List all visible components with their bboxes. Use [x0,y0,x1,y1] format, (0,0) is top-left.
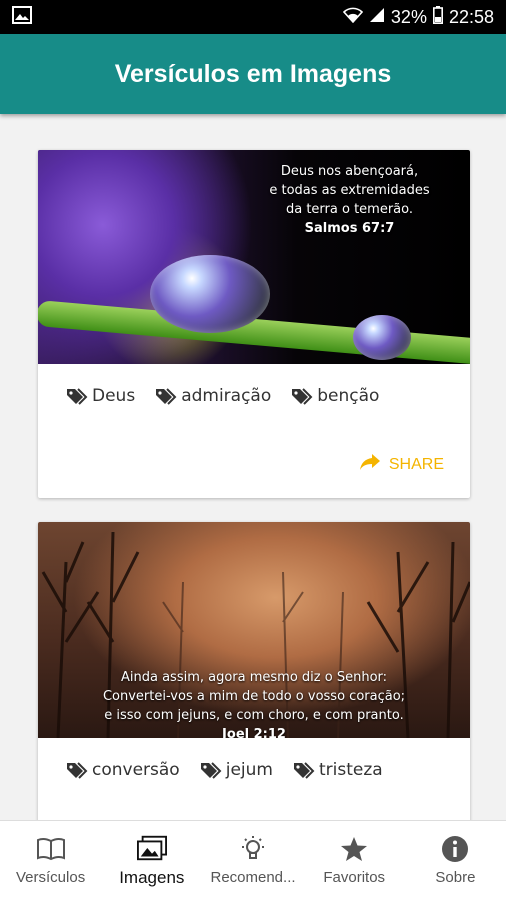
image-feed[interactable]: Deus nos abençoará, e todas as extremida… [0,114,506,820]
battery-percent: 32% [390,6,427,27]
nav-favoritos[interactable]: Favoritos [304,821,405,900]
nav-imagens[interactable]: Imagens [101,821,202,900]
nav-label: Versículos [16,869,86,886]
battery-icon [432,5,443,29]
tag-chip[interactable]: benção [291,386,379,406]
verse-line: Ainda assim, agora mesmo diz o Senhor: [120,670,388,685]
verse-image[interactable]: Ainda assim, agora mesmo diz o Senhor: C… [38,522,470,738]
tag-chip[interactable]: conversão [66,760,180,780]
nav-label: Sobre [435,869,476,886]
tags-icon [66,761,88,779]
tags-icon [293,761,315,779]
verse-image-card[interactable]: Deus nos abençoará, e todas as extremida… [38,150,470,498]
images-icon [136,834,167,862]
nav-label: Favoritos [323,869,386,886]
verse-image-card[interactable]: Ainda assim, agora mesmo diz o Senhor: C… [38,522,470,820]
water-drop [150,255,270,333]
verse-quote: Ainda assim, agora mesmo diz o Senhor: C… [48,668,460,738]
verse-line: e isso com jejuns, e com choro, e com pr… [104,708,404,723]
tag-label: Deus [92,386,136,406]
tag-chip[interactable]: Deus [66,386,135,406]
tags-icon [200,761,222,779]
nav-recomendacoes[interactable]: Recomend... [202,821,303,900]
tag-label: benção [317,386,380,406]
tag-label: conversão [92,760,180,780]
nav-label: Imagens [119,867,185,887]
verse-line: da terra o temerão. [285,202,414,217]
verse-line: Deus nos abençoará, [280,164,419,179]
tag-chip[interactable]: admiração [155,386,271,406]
tag-list: Deus admiração benção [38,364,470,406]
nav-versiculos[interactable]: Versículos [0,821,101,900]
book-icon [36,835,66,863]
tag-label: admiração [181,386,272,406]
star-icon [339,835,369,863]
nav-label: Recomend... [210,869,296,886]
tag-list: conversão jejum tristeza [38,738,470,780]
verse-line: Convertei-vos a mim de todo o vosso cora… [102,689,406,704]
water-drop [353,315,411,360]
signal-icon [369,7,385,28]
gallery-notification-icon [12,5,32,29]
tags-icon [155,387,177,405]
verse-image[interactable]: Deus nos abençoará, e todas as extremida… [38,150,470,364]
tag-chip[interactable]: tristeza [293,760,383,780]
status-bar: 32% 22:58 [0,0,506,34]
nav-sobre[interactable]: Sobre [405,821,506,900]
share-icon [359,453,381,476]
tag-label: tristeza [318,760,383,780]
tags-icon [66,387,88,405]
verse-line: e todas as extremidades [269,183,430,198]
share-label: SHARE [388,455,444,473]
tag-chip[interactable]: jejum [200,760,273,780]
app-title: Versículos em Imagens [114,59,392,88]
tags-icon [291,387,313,405]
wifi-icon [342,7,364,28]
clock: 22:58 [448,6,494,27]
verse-reference: Joel 2:12 [222,727,286,738]
info-icon [440,835,470,863]
verse-quote: Deus nos abençoará, e todas as extremida… [247,162,452,238]
share-button[interactable]: SHARE [359,453,444,476]
lightbulb-icon [238,835,268,863]
verse-reference: Salmos 67:7 [304,221,395,236]
app-bar: Versículos em Imagens [0,34,506,114]
bottom-navigation: Versículos Imagens Recomend... Favoritos… [0,820,506,900]
tag-label: jejum [225,760,273,780]
